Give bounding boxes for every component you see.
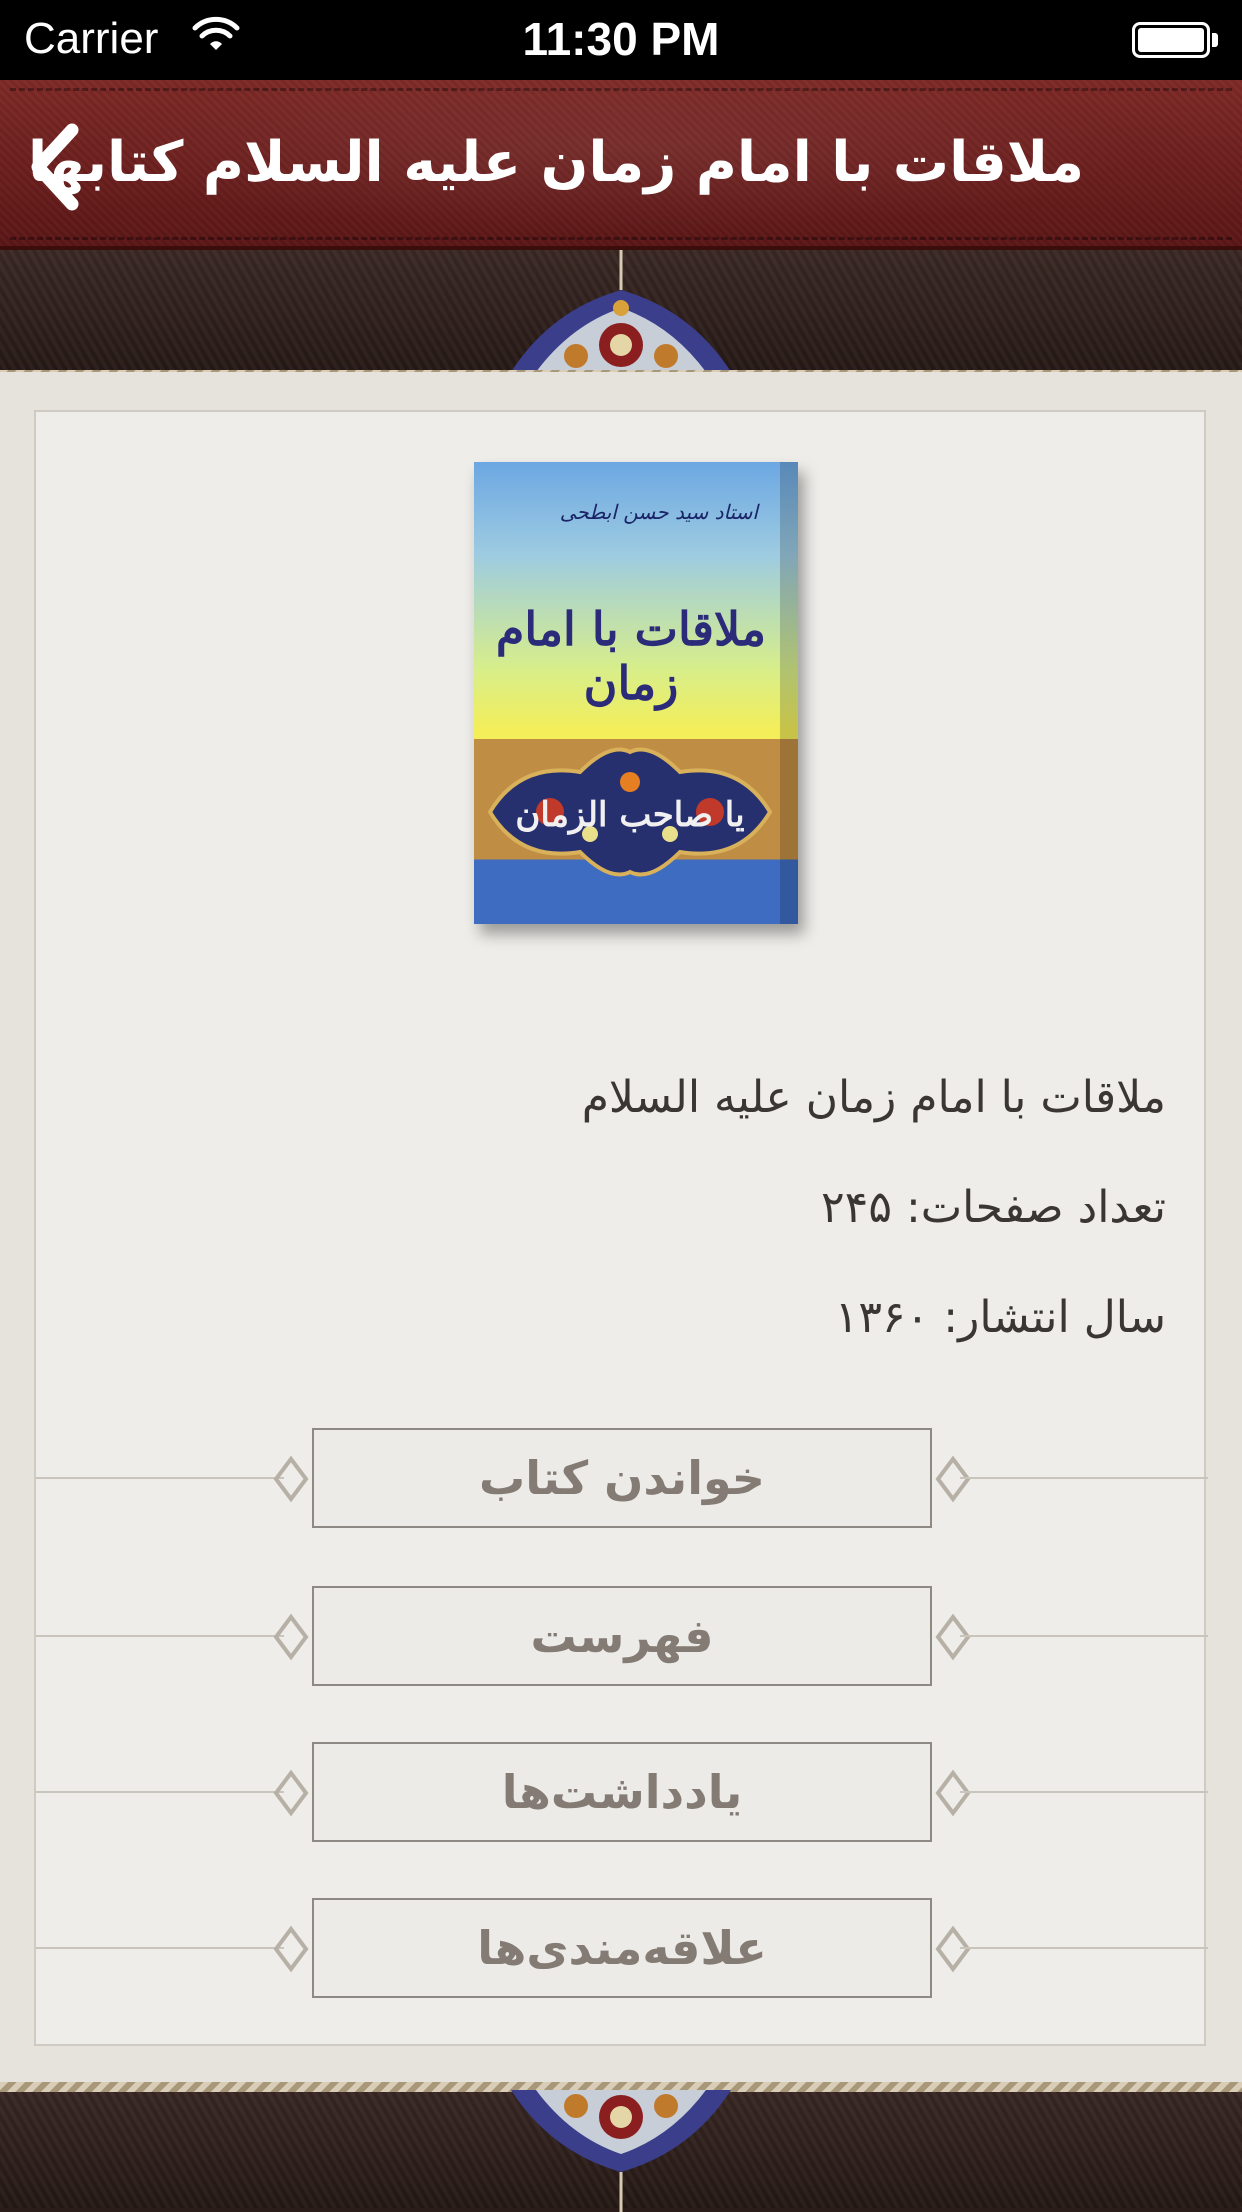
notes-button[interactable]: یادداشت‌ها xyxy=(312,1742,932,1842)
notes-button-row: یادداشت‌ها xyxy=(36,1742,1208,1842)
book-title: ملاقات با امام زمان علیه السلام xyxy=(581,1072,1166,1123)
ornament-icon xyxy=(935,1769,971,1817)
ornament-icon xyxy=(273,1455,309,1503)
clock: 11:30 PM xyxy=(522,13,720,65)
book-detail-card: استاد سید حسن ابطحی ملاقات با امام زمان … xyxy=(34,410,1208,2046)
cover-banner: یا صاحب الزمان xyxy=(515,795,744,835)
navigation-bar: ملاقات با امام زمان علیه السلام کتابها xyxy=(0,80,1242,250)
battery-icon xyxy=(1132,22,1218,60)
content-area: استاد سید حسن ابطحی ملاقات با امام زمان … xyxy=(0,372,1242,2084)
cover-title: ملاقات با امام زمان xyxy=(495,602,767,710)
read-book-button[interactable]: خواندن کتاب xyxy=(312,1428,932,1528)
ornament-icon xyxy=(511,250,731,372)
read-button-row: خواندن کتاب xyxy=(36,1428,1208,1528)
ornament-icon xyxy=(273,1613,309,1661)
cover-author: استاد سید حسن ابطحی xyxy=(559,500,758,524)
book-cover: استاد سید حسن ابطحی ملاقات با امام زمان … xyxy=(474,462,798,924)
status-bar: Carrier 11:30 PM xyxy=(0,0,1242,80)
ornament-icon xyxy=(935,1925,971,1973)
favorites-button[interactable]: علاقه‌مندی‌ها xyxy=(312,1898,932,1998)
ornament-icon xyxy=(273,1925,309,1973)
nav-title: ملاقات با امام زمان علیه السلام کتابها xyxy=(27,130,1084,195)
book-pages: تعداد صفحات: ۲۴۵ xyxy=(821,1182,1166,1233)
footer-decoration xyxy=(0,2082,1242,2212)
book-year: سال انتشار: ۱۳۶۰ xyxy=(834,1292,1166,1343)
contents-button[interactable]: فهرست xyxy=(312,1586,932,1686)
favorites-button-row: علاقه‌مندی‌ها xyxy=(36,1898,1208,1998)
ornament-icon xyxy=(511,2090,731,2212)
ornament-icon xyxy=(273,1769,309,1817)
cover-medallion: یا صاحب الزمان xyxy=(487,747,773,877)
ornament-icon xyxy=(935,1455,971,1503)
header-decoration xyxy=(0,250,1242,380)
ornament-icon xyxy=(935,1613,971,1661)
contents-button-row: فهرست xyxy=(36,1586,1208,1686)
